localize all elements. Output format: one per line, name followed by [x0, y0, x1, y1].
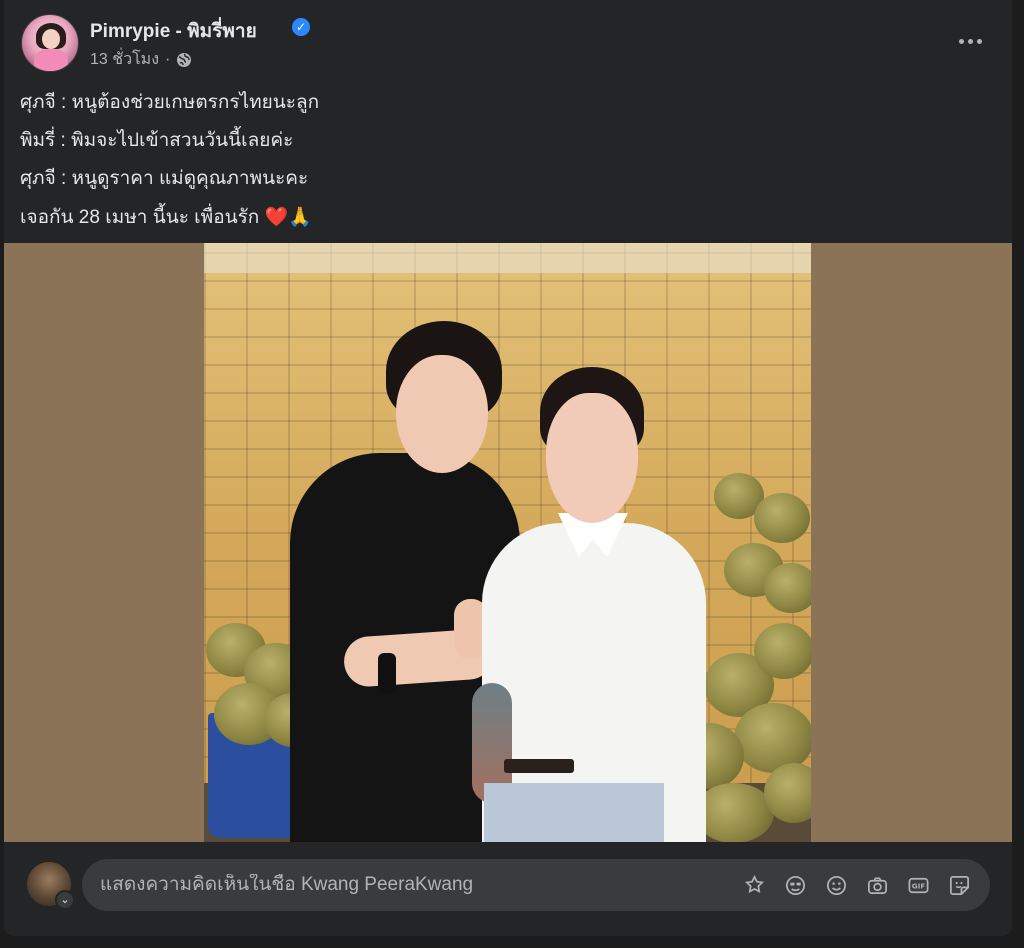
heart-emoji-icon: ❤️ [264, 206, 289, 228]
camera-icon[interactable] [865, 873, 890, 898]
comment-input[interactable] [100, 874, 742, 896]
meta-separator: · [165, 50, 171, 68]
post-text: ศุภจี : หนูต้องช่วยเกษตรกรไทยนะลูก พิมรี… [20, 84, 319, 237]
author-name[interactable]: Pimrypie - พิมรี่พาย [90, 16, 257, 46]
verified-badge-icon: ✓ [292, 18, 310, 36]
post-media[interactable] [4, 243, 1012, 842]
post-meta: 13 ชั่วโมง · [90, 47, 192, 72]
emoji-smile-glasses-icon[interactable] [783, 873, 808, 898]
post-photo[interactable] [204, 243, 811, 842]
emoji-smile-icon[interactable] [824, 873, 849, 898]
comment-composer: ⌄ GIF [4, 842, 1012, 936]
sticker-icon[interactable] [947, 873, 972, 898]
post-line-3: ศุภจี : หนูดูราคา แม่ดูคุณภาพนะคะ [20, 168, 309, 189]
post-line-1: ศุภจี : หนูต้องช่วยเกษตรกรไทยนะลูก [20, 92, 320, 113]
avatar-sticker-icon[interactable] [742, 873, 767, 898]
post-header: Pimrypie - พิมรี่พาย ✓ 13 ชั่วโมง · [4, 0, 1012, 80]
comment-tools: GIF [742, 873, 972, 898]
globe-icon[interactable] [176, 52, 192, 68]
more-options-icon[interactable] [954, 27, 986, 55]
gif-label: GIF [912, 881, 926, 890]
post-line-4: เจอกัน 28 เมษา นี้นะ เพื่อนรัก ❤️🙏 [20, 198, 319, 237]
pray-emoji-icon: 🙏 [288, 206, 312, 228]
chevron-down-icon[interactable]: ⌄ [55, 890, 75, 910]
feed-post: Pimrypie - พิมรี่พาย ✓ 13 ชั่วโมง · ศุภจ… [4, 0, 1012, 936]
post-timestamp[interactable]: 13 ชั่วโมง [90, 47, 159, 72]
gif-icon[interactable]: GIF [906, 873, 931, 898]
comment-input-wrapper[interactable]: GIF [82, 859, 990, 911]
post-line-4-text: เจอกัน 28 เมษา นี้นะ เพื่อนรัก [20, 207, 260, 228]
author-avatar[interactable] [21, 14, 79, 72]
post-line-2: พิมรี่ : พิมจะไปเข้าสวนวันนี้เลยค่ะ [20, 130, 294, 151]
